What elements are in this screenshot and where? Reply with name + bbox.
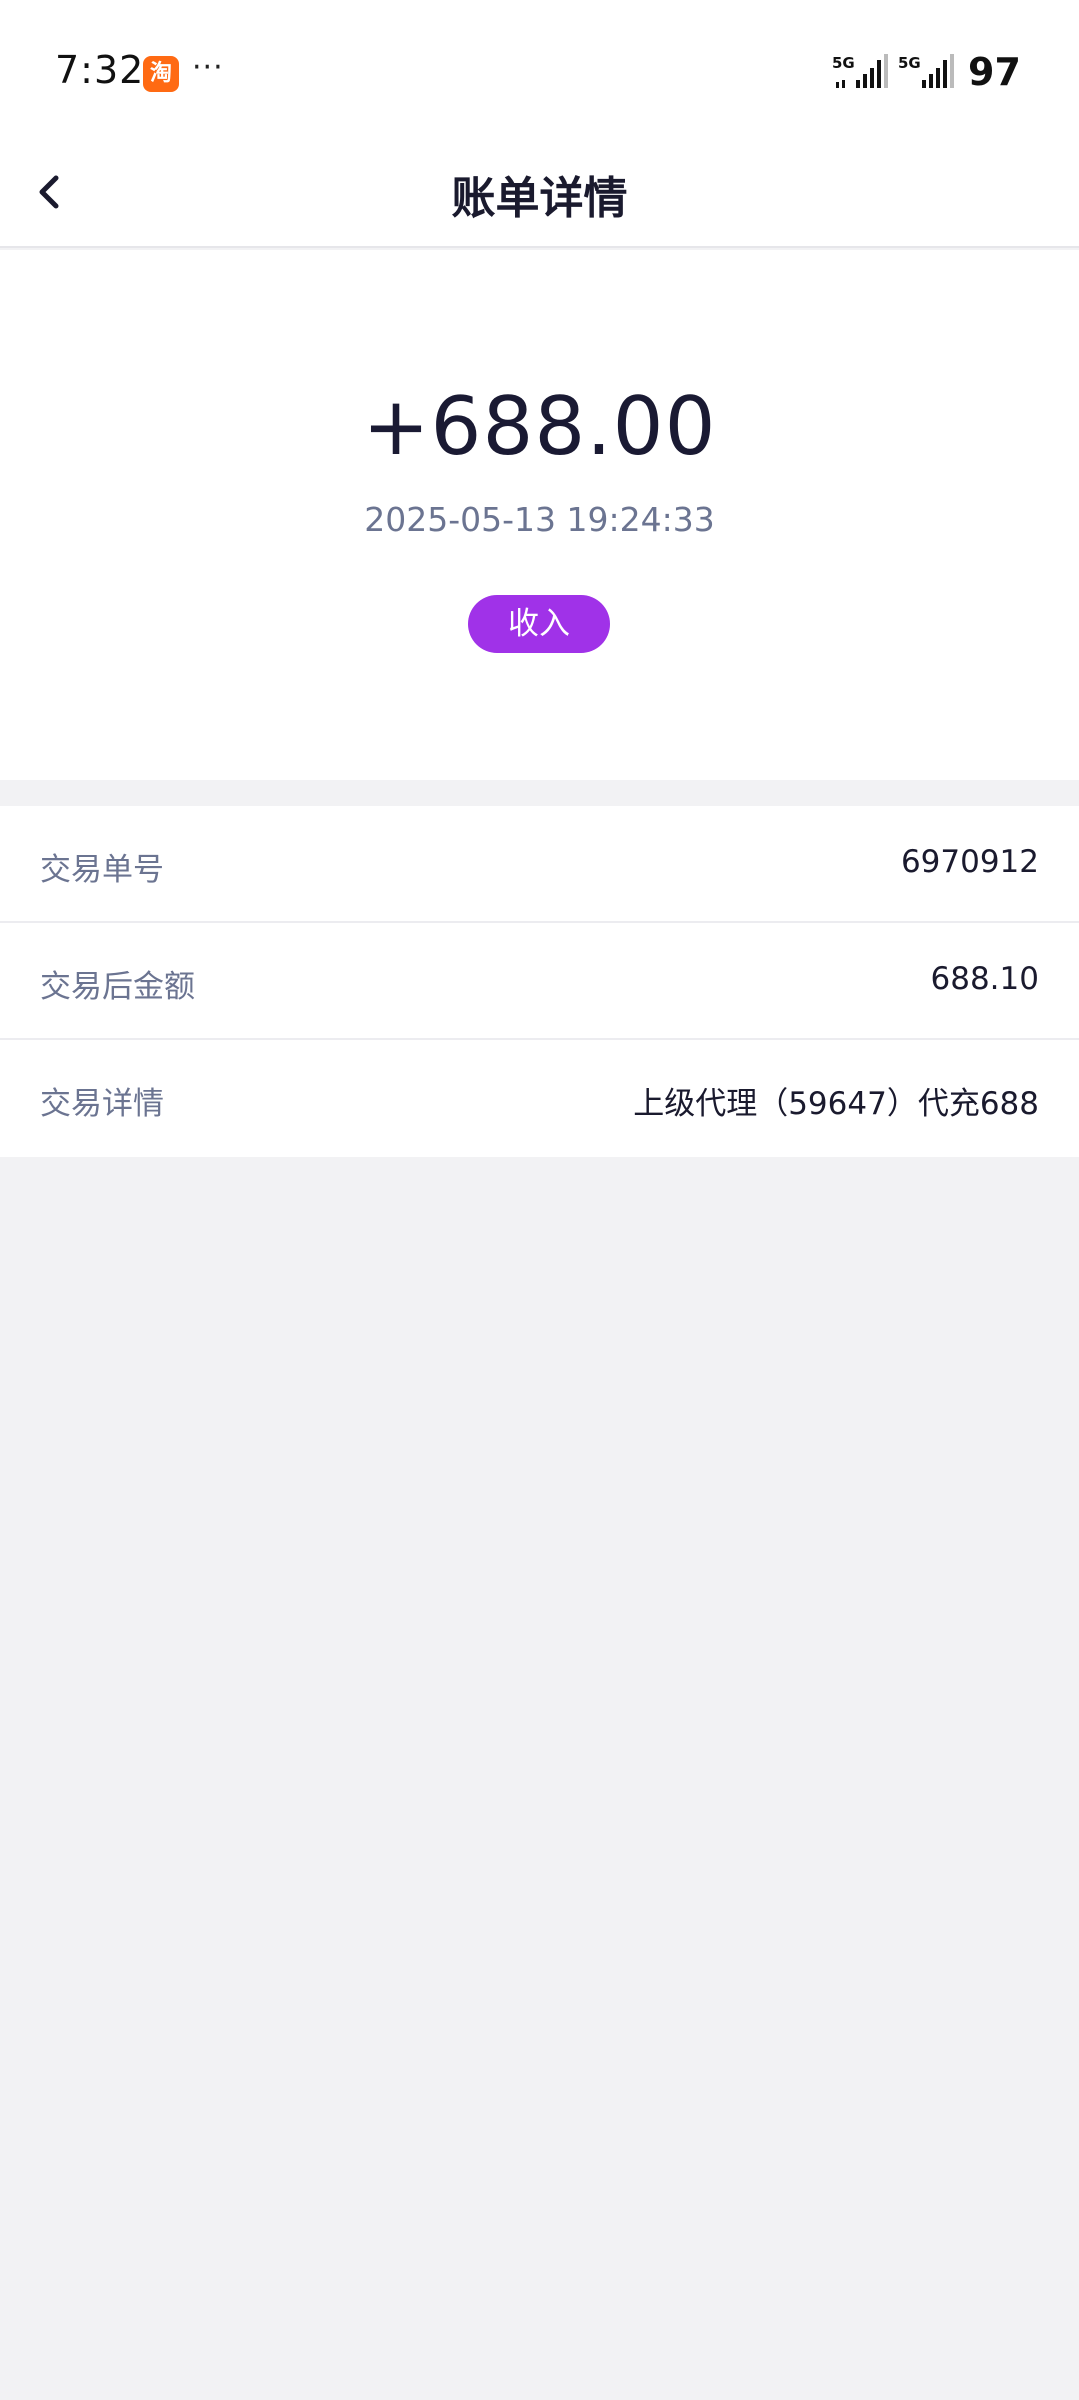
signal-5g-icon: 5G [832, 54, 888, 88]
status-bar: 7:32 淘 ··· 5G 5G 97 [0, 0, 1079, 140]
detail-row-order-number: 交易单号 6970912 [0, 806, 1079, 923]
detail-label: 交易详情 [40, 1086, 164, 1122]
transaction-details-list: 交易单号 6970912 交易后金额 688.10 交易详情 上级代理（5964… [0, 806, 1079, 1157]
battery-level: 97 [968, 50, 1021, 94]
signal-5g-icon: 5G [898, 54, 954, 88]
transaction-type-badge: 收入 [468, 595, 610, 653]
transaction-summary: +688.00 2025-05-13 19:24:33 收入 [0, 250, 1079, 780]
detail-label: 交易单号 [40, 852, 164, 888]
taobao-icon: 淘 [143, 56, 179, 92]
page-title: 账单详情 [451, 173, 628, 224]
network-1-label: 5G [832, 54, 855, 72]
more-notifications-icon: ··· [192, 50, 224, 85]
network-2-label: 5G [898, 54, 921, 72]
detail-value: 6970912 [900, 844, 1039, 880]
detail-row-description: 交易详情 上级代理（59647）代充688 [0, 1040, 1079, 1157]
nav-header: 账单详情 [0, 140, 1079, 248]
transaction-amount: +688.00 [362, 380, 717, 473]
transaction-datetime: 2025-05-13 19:24:33 [364, 500, 715, 539]
detail-row-balance-after: 交易后金额 688.10 [0, 923, 1079, 1040]
status-time: 7:32 [55, 48, 145, 92]
detail-value: 上级代理（59647）代充688 [633, 1086, 1039, 1122]
detail-value: 688.10 [930, 961, 1039, 997]
bill-detail-screen: 7:32 淘 ··· 5G 5G 97 账单详情 +688.00 2025-05… [0, 0, 1079, 2400]
detail-label: 交易后金额 [40, 969, 195, 1005]
